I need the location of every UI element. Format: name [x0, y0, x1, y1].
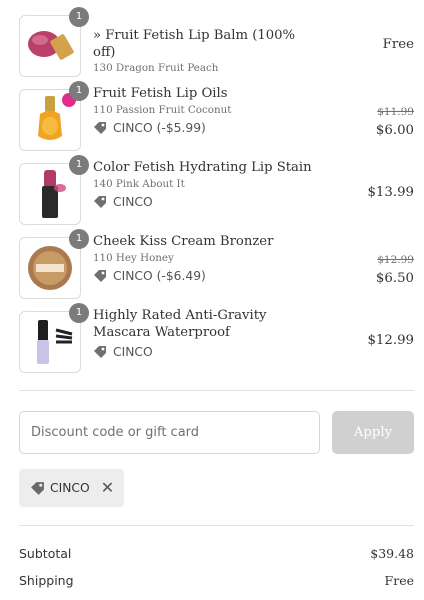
quantity-badge: 1 [69, 303, 89, 323]
bronzer-product-image: 1 [19, 229, 89, 299]
applied-code-label: CINCO [50, 481, 90, 495]
discount-label: CINCO (-$5.99) [113, 121, 206, 135]
item-price: $13.99 [367, 185, 414, 200]
item-price: $6.00 [375, 123, 414, 138]
shipping-row: Shipping Free [19, 573, 414, 588]
item-discount: CINCO [93, 195, 318, 209]
item-discount: CINCO (-$5.99) [93, 121, 318, 135]
item-variant: 110 Hey Honey [93, 252, 174, 264]
item-price: $6.50 [375, 271, 414, 286]
discount-code-input[interactable]: Discount code or gift card [19, 411, 320, 454]
applied-discount-chip: CINCO ✕ [19, 469, 124, 507]
subtotal-value: $39.48 [370, 546, 414, 561]
divider [19, 390, 414, 391]
item-variant: 140 Pink About It [93, 178, 185, 190]
cart-item: 1 Cheek Kiss Cream Bronzer 110 Hey Honey… [19, 229, 414, 299]
quantity-badge: 1 [69, 155, 89, 175]
subtotal-label: Subtotal [19, 546, 72, 561]
tag-icon [31, 481, 44, 495]
cart-item: 1 Highly Rated Anti-Gravity Mascara Wate… [19, 303, 414, 373]
lip-oil-product-image: 1 [19, 81, 89, 151]
original-price: $11.99 [377, 106, 414, 118]
tag-icon [94, 346, 106, 358]
subtotal-row: Subtotal $39.48 [19, 546, 414, 561]
cart-item: 1 Fruit Fetish Lip Oils 110 Passion Frui… [19, 81, 414, 151]
item-name: Color Fetish Hydrating Lip Stain [93, 160, 312, 175]
original-price: $12.99 [377, 254, 414, 266]
discount-label: CINCO (-$6.49) [113, 269, 206, 283]
discount-label: CINCO [113, 345, 153, 359]
lip-balm-product-image: 1 [19, 7, 89, 77]
cart-item: 1 » Fruit Fetish Lip Balm (100% off) 130… [19, 7, 414, 77]
item-name: Highly Rated Anti-Gravity Mascara Waterp… [93, 308, 267, 340]
apply-button[interactable]: Apply [332, 411, 414, 454]
tag-icon [94, 270, 106, 282]
cart-item: 1 Color Fetish Hydrating Lip Stain 140 P… [19, 155, 414, 225]
item-name: » Fruit Fetish Lip Balm (100% off) [93, 28, 296, 60]
item-price: Free [382, 37, 414, 52]
item-discount: CINCO (-$6.49) [93, 269, 318, 283]
item-price: $12.99 [367, 333, 414, 348]
item-variant: 130 Dragon Fruit Peach [93, 62, 219, 74]
item-variant: 110 Passion Fruit Coconut [93, 104, 232, 116]
discount-label: CINCO [113, 195, 153, 209]
quantity-badge: 1 [69, 81, 89, 101]
tag-icon [94, 122, 106, 134]
quantity-badge: 1 [69, 229, 89, 249]
lip-stain-product-image: 1 [19, 155, 89, 225]
item-name: Cheek Kiss Cream Bronzer [93, 234, 274, 249]
shipping-value: Free [384, 573, 414, 588]
item-discount: CINCO [93, 345, 318, 359]
mascara-product-image: 1 [19, 303, 89, 373]
divider [19, 525, 414, 526]
quantity-badge: 1 [69, 7, 89, 27]
close-icon[interactable]: ✕ [101, 480, 114, 496]
item-name: Fruit Fetish Lip Oils [93, 86, 228, 101]
shipping-label: Shipping [19, 573, 74, 588]
tag-icon [94, 196, 106, 208]
